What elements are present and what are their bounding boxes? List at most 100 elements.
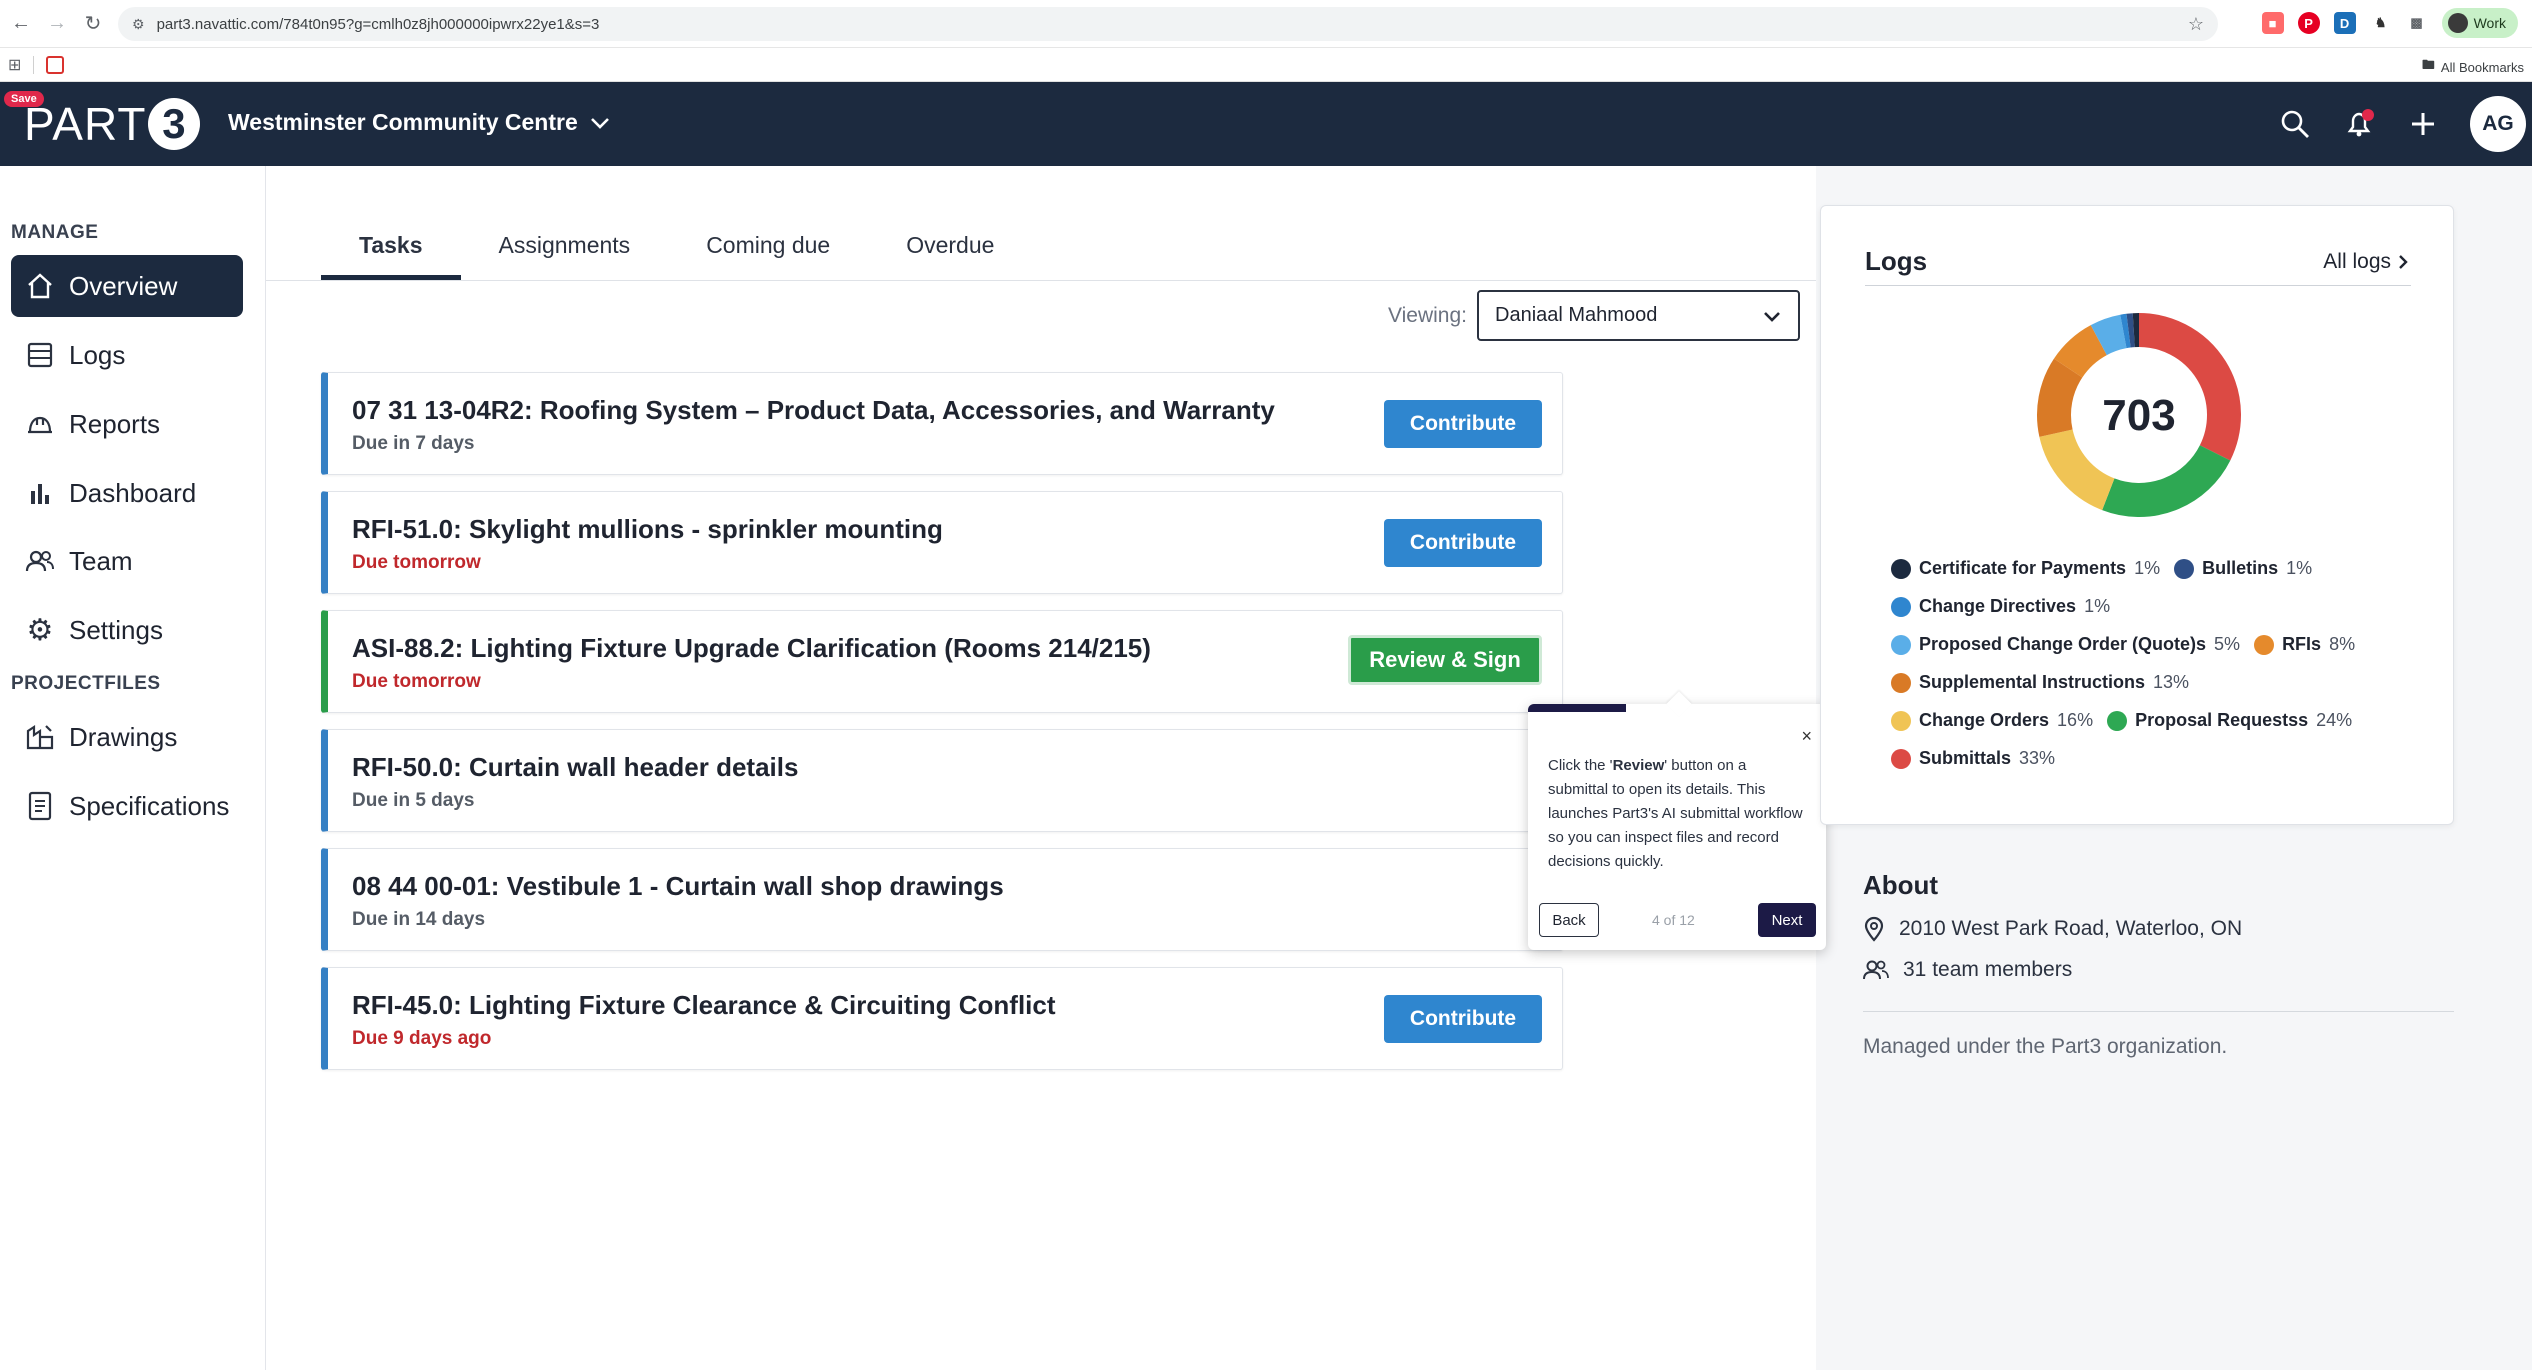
address-bar[interactable]: ⚙ part3.navattic.com/784t0n95?g=cmlh0z8j… — [118, 7, 2218, 41]
about-members: 31 team members — [1903, 958, 2073, 981]
tab-tasks[interactable]: Tasks — [321, 226, 461, 280]
bell-icon[interactable] — [2342, 107, 2376, 141]
extension-icon-figure[interactable]: ♞ — [2369, 12, 2392, 34]
review-sign-button[interactable]: Review & Sign — [1348, 635, 1542, 685]
sidebar-item-overview[interactable]: Overview — [11, 255, 243, 317]
legend-item[interactable]: Change Orders 16% — [1891, 710, 2093, 731]
gear-icon: ⚙ — [26, 613, 54, 647]
donut-slice-rfis[interactable] — [2053, 325, 2108, 378]
all-bookmarks[interactable]: 🖿 All Bookmarks — [2422, 56, 2524, 78]
all-logs-link[interactable]: All logs — [2323, 250, 2409, 274]
legend-item[interactable]: Supplemental Instructions 13% — [1891, 672, 2189, 693]
close-icon[interactable]: × — [1801, 726, 1812, 747]
puzzle-icon[interactable]: ▩ — [2405, 12, 2428, 34]
profile-chip[interactable]: Work — [2441, 8, 2518, 38]
user-avatar[interactable]: AG — [2470, 96, 2526, 152]
projectfiles-section-label: PROJECTFILES — [11, 673, 161, 694]
legend-item[interactable]: Certificate for Payments 1% — [1891, 558, 2160, 579]
donut-slice-change-orders[interactable] — [2039, 428, 2116, 511]
chevron-right-icon — [2399, 255, 2408, 269]
sidebar-item-dashboard[interactable]: Dashboard — [11, 462, 243, 524]
forward-arrow-icon[interactable]: → — [42, 9, 72, 39]
legend-swatch — [1891, 596, 1911, 617]
task-card[interactable]: 07 31 13-04R2: Roofing System – Product … — [321, 372, 1563, 475]
chevron-down-icon — [1764, 311, 1780, 322]
tab-assignments[interactable]: Assignments — [461, 226, 669, 280]
save-badge-label: Save — [11, 93, 37, 105]
logs-donut-chart: 703 — [2036, 312, 2242, 518]
legend-item[interactable]: Submittals 33% — [1891, 748, 2055, 769]
donut-slice-proposed-change-order-quote-s[interactable] — [2090, 314, 2128, 356]
legend-swatch — [2174, 558, 2195, 579]
tooltip-text-part: Click the ' — [1548, 757, 1613, 774]
legend-item[interactable]: RFIs 8% — [2254, 634, 2355, 655]
sidebar-item-logs[interactable]: Logs — [11, 324, 243, 386]
sidebar-item-label: Overview — [69, 270, 178, 301]
tooltip-back-button[interactable]: Back — [1539, 903, 1599, 937]
task-due: Due tomorrow — [352, 552, 481, 573]
task-card[interactable]: RFI-50.0: Curtain wall header details Du… — [321, 729, 1563, 832]
legend-item[interactable]: Proposal Requestss 24% — [2107, 710, 2352, 731]
viewing-select-value: Daniaal Mahmood — [1495, 304, 1658, 326]
plus-icon[interactable] — [2406, 107, 2440, 141]
viewing-select[interactable]: Daniaal Mahmood — [1477, 290, 1800, 341]
reload-icon[interactable]: ↻ — [78, 9, 108, 39]
part3-logo[interactable]: PART 3 — [24, 98, 201, 150]
chart-legend: Certificate for Payments 1% Bulletins 1% Cha… — [1891, 558, 2431, 786]
legend-value: 13% — [2153, 672, 2190, 692]
task-tabs: Tasks Assignments Coming due Overdue — [321, 226, 1032, 280]
tab-overdue[interactable]: Overdue — [868, 226, 1032, 280]
pinterest-save-badge[interactable]: Save — [4, 91, 44, 107]
task-card[interactable]: 08 44 00-01: Vestibule 1 - Curtain wall … — [321, 848, 1563, 951]
task-due: Due in 14 days — [352, 909, 486, 930]
donut-slice-proposal-requestss[interactable] — [2102, 444, 2231, 517]
back-arrow-icon[interactable]: ← — [6, 9, 36, 39]
project-selector[interactable]: Westminster Community Centre — [228, 109, 610, 136]
legend-item[interactable]: Change Directives 1% — [1891, 596, 2110, 617]
bookmark-favicon[interactable] — [46, 55, 65, 74]
extension-icon-d[interactable]: D — [2333, 12, 2356, 34]
contribute-button[interactable]: Contribute — [1384, 995, 1542, 1043]
legend-row: Change Directives 1% — [1891, 596, 2431, 617]
task-title: RFI-45.0: Lighting Fixture Clearance & C… — [352, 990, 1056, 1020]
task-due: Due in 5 days — [352, 790, 475, 811]
drawing-icon — [25, 722, 55, 752]
all-logs-label: All logs — [2323, 250, 2391, 273]
sidebar-item-reports[interactable]: Reports — [11, 393, 243, 455]
legend-item[interactable]: Proposed Change Order (Quote)s 5% — [1891, 634, 2240, 655]
legend-label: Submittals — [1919, 748, 2012, 768]
task-card[interactable]: RFI-51.0: Skylight mullions - sprinkler … — [321, 491, 1563, 594]
viewing-label: Viewing: — [1388, 303, 1467, 327]
bookmark-star-icon[interactable]: ☆ — [2188, 14, 2204, 35]
legend-value: 24% — [2316, 710, 2353, 730]
site-settings-icon[interactable]: ⚙ — [132, 16, 145, 33]
extension-icon-1[interactable]: ■ — [2261, 12, 2284, 34]
pinterest-icon[interactable]: P — [2297, 12, 2320, 34]
sidebar-item-team[interactable]: Team — [11, 530, 243, 592]
legend-row: Supplemental Instructions 13% — [1891, 672, 2431, 693]
search-icon[interactable] — [2278, 107, 2312, 141]
sidebar-item-drawings[interactable]: Drawings — [11, 706, 243, 768]
header-actions: AG — [2278, 96, 2526, 152]
legend-label: Bulletins — [2202, 558, 2279, 578]
legend-label: Change Directives — [1919, 596, 2077, 616]
task-due: Due tomorrow — [352, 671, 481, 692]
contribute-button[interactable]: Contribute — [1384, 400, 1542, 448]
apps-grid-icon[interactable]: ⊞ — [8, 55, 21, 75]
legend-item[interactable]: Bulletins 1% — [2174, 558, 2312, 579]
contribute-button[interactable]: Contribute — [1384, 519, 1542, 567]
task-card[interactable]: RFI-45.0: Lighting Fixture Clearance & C… — [321, 967, 1563, 1070]
list-icon — [25, 340, 55, 370]
tabs-divider — [266, 280, 1816, 281]
legend-value: 1% — [2084, 596, 2111, 616]
about-address: 2010 West Park Road, Waterloo, ON — [1899, 917, 2243, 940]
donut-slice-change-directives[interactable] — [2120, 313, 2131, 349]
all-bookmarks-label: All Bookmarks — [2440, 59, 2524, 75]
donut-slice-supplemental-instructions[interactable] — [2037, 358, 2083, 437]
sidebar-item-settings[interactable]: ⚙ Settings — [11, 599, 243, 661]
sidebar-item-specifications[interactable]: Specifications — [11, 775, 243, 837]
sidebar-item-label: Logs — [69, 339, 126, 370]
tab-coming-due[interactable]: Coming due — [668, 226, 868, 280]
task-card[interactable]: ASI-88.2: Lighting Fixture Upgrade Clari… — [321, 610, 1563, 713]
tooltip-next-button[interactable]: Next — [1758, 903, 1816, 937]
